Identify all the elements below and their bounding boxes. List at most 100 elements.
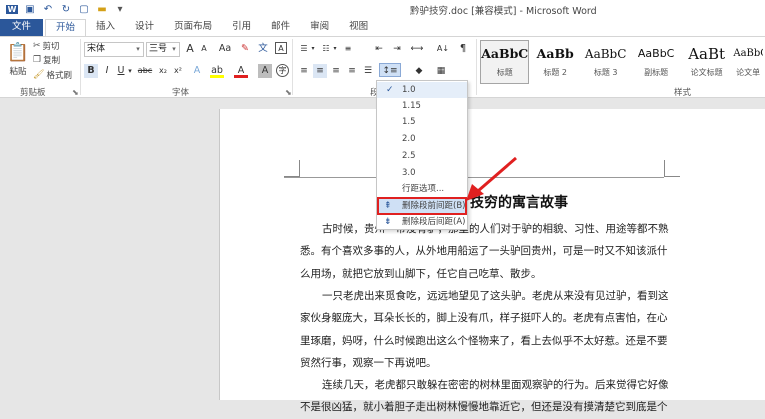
char-shading-button[interactable]: A	[258, 64, 272, 78]
quick-access-toolbar: W ▣ ↶ ↻ ▢ ▬ ▾	[0, 4, 126, 15]
strikethrough-button[interactable]: abc	[136, 64, 154, 78]
redo-icon[interactable]: ↻	[60, 4, 72, 15]
save-icon[interactable]: ▣	[24, 4, 36, 15]
tab-home[interactable]: 开始	[45, 19, 87, 36]
chinese-layout-button[interactable]: ⟷	[410, 42, 424, 56]
format-painter-label: 格式刷	[46, 71, 72, 81]
paragraph-2[interactable]: 一只老虎出来觅食吃，远远地望见了这头驴。老虎从来没有见过驴，看到这 家伙身躯庞大…	[300, 285, 690, 374]
align-center-button[interactable]: ≡	[313, 64, 327, 78]
menu-item-1-15[interactable]: 1.15	[377, 98, 467, 114]
menu-item-2-0[interactable]: 2.0	[377, 131, 467, 147]
superscript-button[interactable]: x²	[171, 64, 185, 78]
tab-references[interactable]: 引用	[222, 19, 261, 36]
font-name-combo[interactable]: 宋体 ▾	[84, 42, 144, 57]
shrink-font-button[interactable]: A	[197, 42, 211, 56]
styles-group-label: 样式	[674, 88, 692, 98]
change-case-button[interactable]: Aa	[215, 42, 235, 56]
open-folder-icon[interactable]: ▬	[96, 4, 108, 15]
tab-insert[interactable]: 插入	[86, 19, 125, 36]
line-spacing-button[interactable]: ↕≡	[379, 63, 401, 77]
tab-layout[interactable]: 页面布局	[164, 19, 222, 36]
tab-review[interactable]: 审阅	[300, 19, 339, 36]
font-color-button[interactable]: A	[234, 64, 248, 78]
grow-font-button[interactable]: A	[183, 42, 197, 56]
font-size-value: 三号	[149, 44, 168, 54]
clear-format-button[interactable]: ✎	[238, 42, 252, 56]
paste-button[interactable]: 📋 粘贴	[6, 42, 30, 77]
menu-item-line-spacing-options[interactable]: 行距选项...	[377, 181, 467, 197]
customize-qat-icon[interactable]: ▾	[114, 4, 126, 15]
header-boundary-line	[284, 177, 664, 178]
menu-item-label: 3.0	[402, 168, 416, 178]
new-doc-icon[interactable]: ▢	[78, 4, 90, 15]
clear-format-icon: ✎	[241, 43, 249, 54]
style-preview: AaBbC	[481, 46, 529, 61]
style-subtitle[interactable]: AaBbC 副标题	[631, 40, 680, 84]
italic-button[interactable]: I	[100, 64, 114, 78]
menu-item-label: 1.0	[402, 85, 416, 95]
phonetic-guide-button[interactable]: 文	[256, 42, 270, 56]
decrease-indent-button[interactable]: ⇤	[372, 42, 386, 56]
numbering-dropdown[interactable]: ▾	[332, 42, 338, 56]
chevron-down-icon[interactable]: ▾	[133, 43, 143, 56]
menu-item-label: 删除段后间距(A)	[402, 217, 466, 227]
paragraph-3[interactable]: 连续几天，老虎都只敢躲在密密的树林里面观察驴的行为。后来觉得它好像 不是很凶猛，…	[300, 374, 690, 419]
font-name-value: 宋体	[87, 44, 106, 54]
menu-item-1-0[interactable]: ✓ 1.0	[377, 82, 467, 98]
style-heading-3[interactable]: AaBbC 标题 3	[581, 40, 630, 84]
bullets-button[interactable]: ☰	[297, 42, 311, 56]
tab-design[interactable]: 设计	[125, 19, 164, 36]
subscript-button[interactable]: x₂	[156, 64, 170, 78]
sort-button[interactable]: A↓	[436, 42, 450, 56]
multilevel-list-button[interactable]: ≡	[341, 42, 355, 56]
menu-item-label: 1.15	[402, 101, 421, 111]
style-heading-2[interactable]: AaBb 标题 2	[530, 40, 579, 84]
font-launcher-icon[interactable]: ⬊	[285, 88, 292, 97]
menu-item-1-5[interactable]: 1.5	[377, 114, 467, 130]
style-paper-title[interactable]: AaBt 论文标题	[682, 40, 731, 84]
menu-item-label: 行距选项...	[402, 184, 445, 194]
menu-item-label: 1.5	[402, 117, 416, 127]
style-paper-body[interactable]: AaBbC 论文单	[732, 40, 764, 84]
bullets-dropdown[interactable]: ▾	[310, 42, 316, 56]
subscript-label: x₂	[159, 66, 167, 75]
highlight-button[interactable]: ab	[210, 64, 224, 78]
style-title[interactable]: AaBbC 标题	[480, 40, 530, 84]
align-right-button[interactable]: ≡	[329, 64, 343, 78]
underline-dropdown[interactable]: ▾	[126, 64, 134, 78]
bold-button[interactable]: B	[84, 64, 98, 78]
tab-mailings[interactable]: 邮件	[261, 19, 300, 36]
text-effects-button[interactable]: A	[190, 64, 204, 78]
numbering-button[interactable]: ☷	[319, 42, 333, 56]
font-group-label: 字体	[172, 88, 190, 98]
borders-button[interactable]: ▦	[434, 64, 448, 78]
tab-file[interactable]: 文件	[0, 19, 44, 36]
shading-button[interactable]: ◆	[412, 64, 426, 78]
menu-item-3-0[interactable]: 3.0	[377, 165, 467, 181]
menu-item-remove-space-after[interactable]: ⇟ 删除段后间距(A)	[377, 214, 467, 230]
chevron-down-icon[interactable]: ▾	[169, 43, 179, 56]
increase-indent-button[interactable]: ⇥	[390, 42, 404, 56]
copy-button[interactable]: ❐ 复制	[33, 54, 60, 66]
document-heading[interactable]: 技穷的寓言故事	[470, 192, 568, 212]
cut-button[interactable]: ✂ 剪切	[33, 40, 60, 52]
paintbrush-icon: 🖌	[33, 70, 45, 80]
tab-view[interactable]: 视图	[339, 19, 378, 36]
menu-item-2-5[interactable]: 2.5	[377, 148, 467, 164]
font-size-combo[interactable]: 三号 ▾	[146, 42, 180, 57]
distributed-button[interactable]: ☰	[361, 64, 375, 78]
undo-icon[interactable]: ↶	[42, 4, 54, 15]
highlight-box	[377, 197, 467, 215]
style-preview: AaBbC	[637, 47, 675, 60]
clipboard-launcher-icon[interactable]: ⬊	[72, 88, 79, 97]
show-marks-button[interactable]: ¶	[456, 42, 470, 56]
ribbon-tabs: 文件 开始 插入 设计 页面布局 引用 邮件 审阅 视图	[0, 18, 765, 36]
justify-button[interactable]: ≡	[345, 64, 359, 78]
paragraph-1[interactable]: 古时候，贵州一带没有驴，那里的人们对于驴的相貌、习性、用途等都不熟 悉。有个喜欢…	[300, 218, 690, 285]
text-line: 连续几天，老虎都只敢躲在密密的树林里面观察驴的行为。后来觉得它好像	[322, 379, 669, 391]
align-left-button[interactable]: ≡	[297, 64, 311, 78]
format-painter-button[interactable]: 🖌 格式刷	[33, 69, 72, 81]
enclose-char-button[interactable]: 字	[276, 64, 289, 77]
shrink-font-label: A	[201, 44, 207, 53]
char-border-button[interactable]: A	[275, 42, 287, 54]
